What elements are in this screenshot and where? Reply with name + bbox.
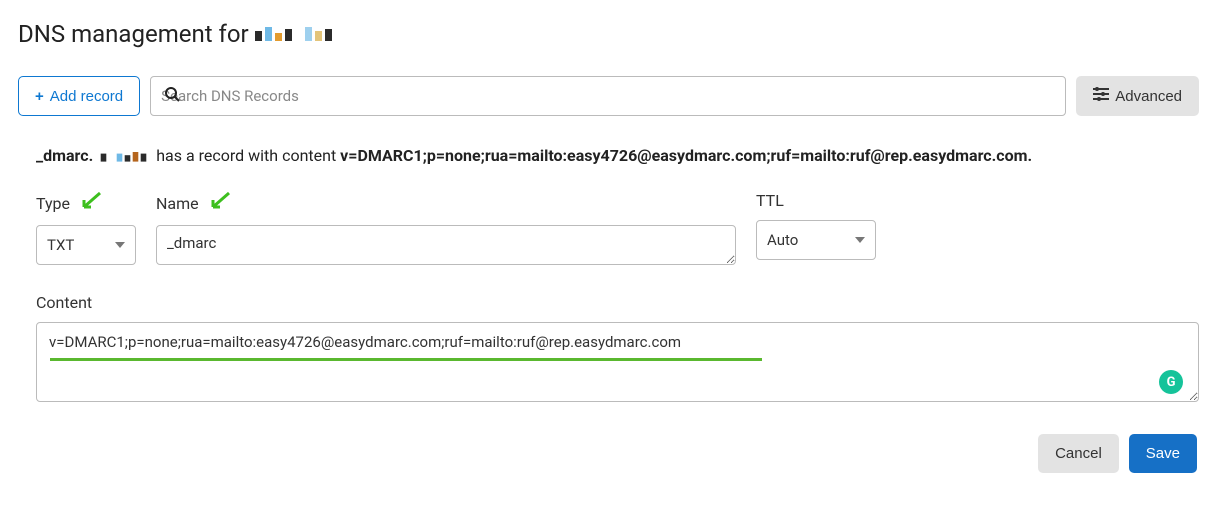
page-title: DNS management for — [18, 20, 1199, 48]
cancel-button[interactable]: Cancel — [1038, 434, 1119, 473]
type-label-row: Type — [36, 191, 136, 215]
search-wrap — [150, 76, 1066, 116]
add-record-label: Add record — [50, 88, 123, 105]
type-label: Type — [36, 194, 70, 213]
content-input[interactable] — [36, 322, 1199, 402]
notice-domain: _dmarc. — [36, 142, 152, 169]
content-label: Content — [36, 293, 1199, 312]
field-content: Content G — [18, 293, 1199, 406]
notice-domain-prefix: _dmarc. — [36, 142, 93, 169]
name-label-row: Name — [156, 191, 736, 215]
chevron-down-icon — [115, 242, 125, 248]
notice-dot: . — [1028, 146, 1033, 165]
type-select[interactable]: TXT — [36, 225, 136, 265]
redacted-domain-icon — [255, 27, 332, 41]
form-actions: Cancel Save — [18, 434, 1199, 473]
field-type: Type TXT — [36, 191, 136, 269]
type-value: TXT — [47, 236, 74, 254]
toolbar: + Add record Advanced — [18, 76, 1199, 116]
notice-content-value: v=DMARC1;p=none;rua=mailto:easy4726@easy… — [340, 146, 1027, 165]
advanced-button[interactable]: Advanced — [1076, 76, 1199, 116]
redacted-domain-icon — [101, 150, 147, 161]
ttl-value: Auto — [767, 231, 798, 249]
existing-record-notice: _dmarc. has a record with content v=DMAR… — [18, 142, 1199, 169]
ttl-select[interactable]: Auto — [756, 220, 876, 260]
add-record-button[interactable]: + Add record — [18, 76, 140, 116]
filter-icon — [1093, 87, 1109, 105]
content-wrap: G — [36, 322, 1199, 406]
notice-text: has a record with content — [156, 146, 336, 165]
save-button[interactable]: Save — [1129, 434, 1197, 473]
plus-icon: + — [35, 88, 44, 105]
grammarly-icon[interactable]: G — [1159, 370, 1183, 394]
name-label: Name — [156, 194, 199, 213]
field-ttl: TTL Auto — [756, 191, 876, 269]
ttl-label: TTL — [756, 191, 784, 210]
ttl-label-row: TTL — [756, 191, 876, 210]
chevron-down-icon — [855, 237, 865, 243]
field-name: Name — [156, 191, 736, 269]
title-prefix: DNS management for — [18, 20, 249, 48]
advanced-label: Advanced — [1115, 88, 1182, 105]
name-input[interactable] — [156, 225, 736, 265]
form-row-main: Type TXT Name TTL Auto — [18, 191, 1199, 269]
search-input[interactable] — [150, 76, 1066, 116]
arrow-hint-icon — [78, 191, 102, 215]
arrow-hint-icon — [207, 191, 231, 215]
